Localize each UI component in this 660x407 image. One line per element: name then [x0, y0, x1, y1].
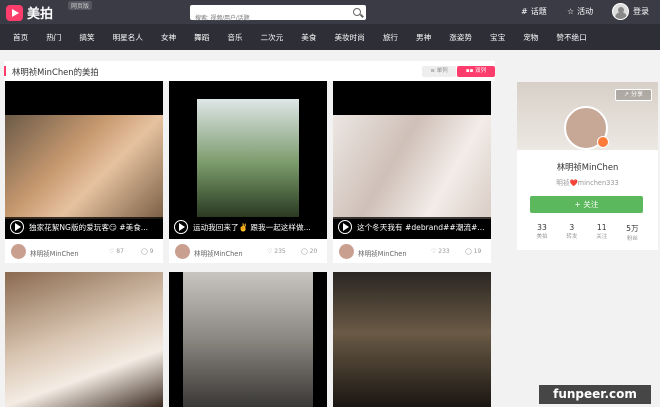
nav-item[interactable]: 女神 — [161, 32, 176, 43]
nav-item[interactable]: 首页 — [13, 32, 28, 43]
web-version-tag: 网页版 — [68, 1, 93, 10]
nav-item[interactable]: 男神 — [416, 32, 431, 43]
video-caption: 运动我回来了✌️ 跟我一起这样做... — [193, 223, 311, 232]
follow-button[interactable]: + 关注 — [530, 196, 643, 213]
logo-icon — [6, 4, 23, 21]
video-meta: 林明祯MinChen ♡ 235 ◯ 20 — [169, 241, 327, 263]
top-bar: 美拍 网页版 # 话题 ☆ 活动 登录 — [0, 0, 660, 27]
stat-posts[interactable]: 33 美拍 — [536, 223, 547, 242]
stat-following[interactable]: 11 关注 — [596, 223, 607, 242]
video-caption: 独家花絮NG版的爱玩客😏 #美食... — [29, 223, 149, 232]
topics-link[interactable]: # 话题 — [521, 6, 547, 17]
stat-reposts[interactable]: 3 转发 — [566, 223, 577, 242]
video-meta: 林明祯MinChen ♡ 233 ◯ 19 — [333, 241, 491, 263]
activity-label: 活动 — [577, 7, 594, 16]
video-thumbnail[interactable]: 运动我回来了✌️ 跟我一起这样做... — [169, 81, 327, 239]
search-icon[interactable] — [353, 8, 361, 16]
author-name[interactable]: 林明祯MinChen — [194, 248, 243, 258]
like-count: ♡ 87 — [109, 248, 124, 255]
nav-item[interactable]: 搞笑 — [79, 32, 94, 43]
video-meta: 林明祯MinChen ♡ 87 ◯ 9 — [5, 241, 163, 263]
profile-card: ↗ 分享 林明祯MinChen 明祯❤️minchen333 + 关注 33 美拍… — [517, 82, 658, 250]
profile-subtitle: 明祯❤️minchen333 — [556, 179, 619, 187]
view-double-button[interactable]: ▪▪ 双列 — [457, 66, 495, 77]
profile-avatar[interactable] — [564, 106, 609, 150]
video-card[interactable]: 这个冬天我有 #debrand##潮流#... 林明祯MinChen ♡ 233… — [333, 81, 491, 263]
video-card[interactable]: 运动我回来了✌️ 跟我一起这样做... 林明祯MinChen ♡ 235 ◯ 2… — [169, 81, 327, 263]
accent-bar — [4, 66, 6, 76]
topics-label: 话题 — [530, 7, 547, 16]
video-caption-bar: 独家花絮NG版的爱玩客😏 #美食... — [5, 217, 163, 237]
nav-item[interactable]: 涨姿势 — [449, 32, 472, 43]
play-icon[interactable] — [10, 220, 24, 234]
hash-icon: # — [521, 7, 528, 16]
logo[interactable]: 美拍 — [6, 3, 53, 22]
video-thumbnail[interactable]: 这个冬天我有 #debrand##潮流#... — [333, 81, 491, 239]
play-icon[interactable] — [338, 220, 352, 234]
comment-count: ◯ 20 — [301, 248, 318, 255]
nav-item[interactable]: 旅行 — [383, 32, 398, 43]
nav-item[interactable]: 热门 — [46, 32, 61, 43]
nav-item[interactable]: 舞蹈 — [194, 32, 209, 43]
nav-item[interactable]: 美食 — [301, 32, 316, 43]
nav-item[interactable]: 音乐 — [227, 32, 242, 43]
video-thumbnail[interactable] — [333, 272, 491, 407]
search-box[interactable] — [190, 5, 366, 27]
nav-item[interactable]: 宠物 — [523, 32, 538, 43]
video-caption-bar: 这个冬天我有 #debrand##潮流#... — [333, 217, 491, 237]
star-icon: ☆ — [567, 7, 575, 16]
author-avatar[interactable] — [175, 244, 190, 259]
video-caption-bar: 运动我回来了✌️ 跟我一起这样做... — [169, 217, 327, 237]
play-icon[interactable] — [174, 220, 188, 234]
login-link[interactable]: 登录 — [633, 6, 649, 17]
author-avatar[interactable] — [339, 244, 354, 259]
activity-link[interactable]: ☆ 活动 — [567, 6, 593, 17]
like-count: ♡ 233 — [431, 248, 450, 255]
video-card[interactable]: 独家花絮NG版的爱玩客😏 #美食... 林明祯MinChen ♡ 87 ◯ 9 — [5, 81, 163, 263]
nav-item[interactable]: 美妆时尚 — [334, 32, 364, 43]
user-avatar-icon[interactable] — [612, 3, 629, 20]
nav-item[interactable]: 明星名人 — [113, 32, 143, 43]
video-thumbnail[interactable] — [183, 272, 313, 407]
nav-item[interactable]: 宝宝 — [490, 32, 505, 43]
page-title: 林明祯MinChen的美拍 — [12, 67, 99, 77]
view-single-button[interactable]: ≡ 单列 — [422, 66, 456, 77]
watermark: funpeer.com — [539, 385, 651, 404]
author-name[interactable]: 林明祯MinChen — [30, 248, 79, 258]
video-card[interactable] — [333, 272, 491, 407]
stat-followers[interactable]: 5万 粉丝 — [626, 223, 638, 242]
share-button[interactable]: ↗ 分享 — [615, 89, 652, 101]
like-count: ♡ 235 — [267, 248, 286, 255]
comment-count: ◯ 19 — [465, 248, 482, 255]
profile-name: 林明祯MinChen — [556, 162, 619, 172]
video-thumbnail[interactable] — [5, 272, 163, 407]
category-nav: 首页 热门 搞笑 明星名人 女神 舞蹈 音乐 二次元 美食 美妆时尚 旅行 男神… — [0, 24, 660, 50]
author-name[interactable]: 林明祯MinChen — [358, 248, 407, 258]
video-card[interactable] — [5, 272, 163, 407]
author-avatar[interactable] — [11, 244, 26, 259]
profile-stats: 33 美拍 3 转发 11 关注 5万 粉丝 — [517, 223, 658, 242]
logo-text: 美拍 — [27, 7, 54, 22]
video-thumbnail[interactable]: 独家花絮NG版的爱玩客😏 #美食... — [5, 81, 163, 239]
comment-count: ◯ 9 — [141, 248, 154, 255]
nav-item[interactable]: 二次元 — [261, 32, 284, 43]
video-card[interactable] — [169, 272, 327, 407]
video-caption: 这个冬天我有 #debrand##潮流#... — [357, 223, 485, 232]
nav-item[interactable]: 赞不绝口 — [556, 32, 586, 43]
feed-header: 林明祯MinChen的美拍 ≡ 单列 ▪▪ 双列 — [4, 61, 495, 81]
